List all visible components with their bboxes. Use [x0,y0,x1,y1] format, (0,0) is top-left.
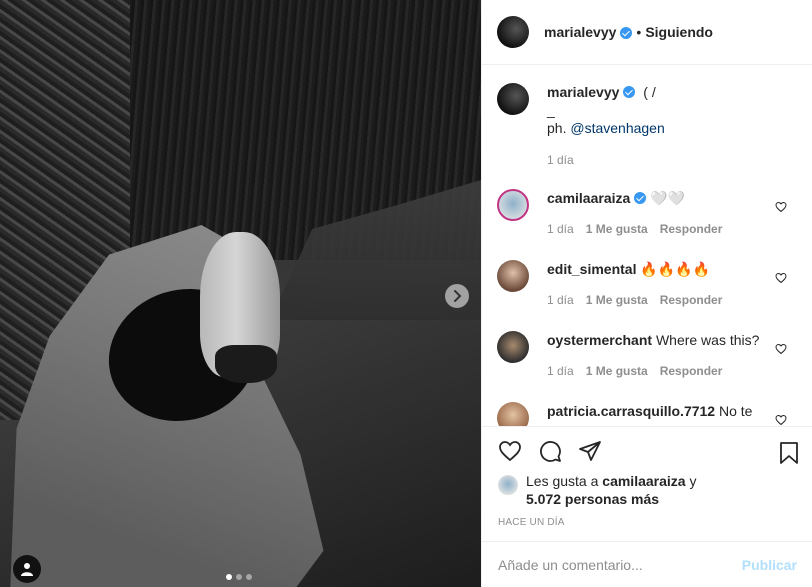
add-comment-bar: Publicar [482,541,812,587]
likes-text: Les gusta a camilaaraiza y 5.072 persona… [526,472,696,508]
likes-suffix: y [685,473,697,489]
post-caption: marialevyy ( / _ ph. @stavenhagen 1 día [497,83,797,169]
comment-item: edit_simental 🔥🔥🔥🔥 1 día 1 Me gusta Resp… [497,260,797,309]
carousel-next-button[interactable] [445,284,469,308]
avatar[interactable] [497,402,529,426]
likes-summary: Les gusta a camilaaraiza y 5.072 persona… [498,472,696,508]
likes-others-link[interactable]: 5.072 personas más [526,491,659,507]
comment-icon[interactable] [538,439,562,463]
comment-body: edit_simental 🔥🔥🔥🔥 1 día 1 Me gusta Resp… [547,260,797,309]
comment-body: camilaaraiza 🤍🤍 1 día 1 Me gusta Responde… [547,189,797,238]
comment-text: 🤍🤍 [650,190,686,206]
mention-link[interactable]: @stavenhagen [570,120,664,136]
publish-button[interactable]: Publicar [742,557,797,573]
caption-prefix: ph. [547,120,571,136]
avatar[interactable] [498,475,518,495]
comment-author[interactable]: oystermerchant [547,332,652,348]
chevron-right-icon [454,290,462,302]
carousel-indicator [226,574,252,580]
comment-author[interactable]: camilaaraiza [547,190,630,206]
verified-badge-icon [634,192,647,204]
post-photo[interactable] [0,0,481,587]
separator-dot: • [636,24,642,40]
comment-time[interactable]: 1 día [547,220,574,238]
comment-time[interactable]: 1 día [547,362,574,380]
avatar[interactable] [497,260,529,292]
action-icons [498,439,797,463]
bookmark-icon[interactable] [777,441,801,465]
comment-text: 🔥🔥🔥🔥 [640,261,711,277]
post-side-panel: marialevyy • Siguiendo marialevyy ( / _ … [481,0,812,587]
reply-button[interactable]: Responder [660,220,723,238]
comment-body: oystermerchant Where was this? 1 día 1 M… [547,331,797,380]
caption-time[interactable]: 1 día [547,151,574,169]
user-tag-button[interactable] [13,555,41,583]
comment-input[interactable] [498,556,742,573]
comment-meta: 1 día 1 Me gusta Responder [547,220,797,238]
share-icon[interactable] [578,439,602,463]
heart-icon[interactable] [498,439,522,463]
comment-meta: 1 día 1 Me gusta Responder [547,291,797,309]
comment-meta: 1 día 1 Me gusta Responder [547,362,797,380]
avatar[interactable] [497,16,529,48]
following-button[interactable]: Siguiendo [645,24,713,40]
comment-text: Where was this? [655,332,760,348]
liker-username[interactable]: camilaaraiza [602,473,685,489]
comment-likes[interactable]: 1 Me gusta [586,220,648,238]
comment-item: camilaaraiza 🤍🤍 1 día 1 Me gusta Responde… [497,189,797,238]
caption-text-line2: _ [547,102,555,118]
reply-button[interactable]: Responder [660,291,723,309]
verified-badge-icon [623,86,636,98]
comment-likes[interactable]: 1 Me gusta [586,362,648,380]
comment-body: patricia.carrasquillo.7712 No te [547,402,797,426]
reply-button[interactable]: Responder [660,362,723,380]
likes-prefix: Les gusta a [526,473,603,489]
like-comment-heart-icon[interactable] [775,272,787,284]
user-tag-icon [21,563,33,576]
caption-text: ( / [643,84,656,100]
avatar[interactable] [497,189,529,221]
carousel-dot [246,574,252,580]
author-username[interactable]: marialevyy [544,24,616,40]
comment-time[interactable]: 1 día [547,291,574,309]
caption-author[interactable]: marialevyy [547,84,619,100]
post-timestamp[interactable]: HACE UN DÍA [498,517,565,528]
comments-list[interactable]: marialevyy ( / _ ph. @stavenhagen 1 día … [482,65,812,426]
photo-figure-shorts [215,345,277,383]
like-comment-heart-icon[interactable] [775,414,787,426]
comment-text: No te [718,403,753,419]
post-header: marialevyy • Siguiendo [482,0,812,65]
avatar[interactable] [497,331,529,363]
caption-meta: 1 día [547,151,797,169]
comment-item: patricia.carrasquillo.7712 No te [497,402,797,426]
carousel-dot [236,574,242,580]
verified-badge-icon [620,26,633,39]
header-name-line: marialevyy • Siguiendo [544,24,713,40]
caption-text-line3: ph. @stavenhagen [547,119,797,137]
comment-author[interactable]: edit_simental [547,261,636,277]
like-comment-heart-icon[interactable] [775,343,787,355]
avatar[interactable] [497,83,529,115]
comment-author[interactable]: patricia.carrasquillo.7712 [547,403,715,419]
caption-body: marialevyy ( / _ ph. @stavenhagen 1 día [547,83,797,169]
comment-likes[interactable]: 1 Me gusta [586,291,648,309]
like-comment-heart-icon[interactable] [775,201,787,213]
comment-item: oystermerchant Where was this? 1 día 1 M… [497,331,797,380]
caption-line: marialevyy ( / [547,83,797,101]
carousel-dot [226,574,232,580]
